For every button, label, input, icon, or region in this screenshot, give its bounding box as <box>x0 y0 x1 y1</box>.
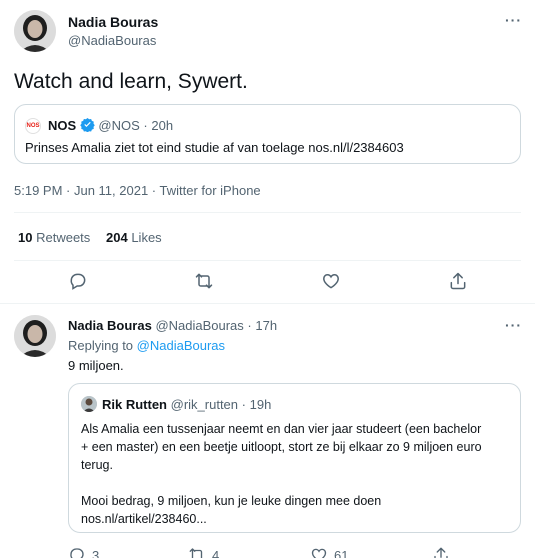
tweet-separator <box>0 303 535 304</box>
quoted-handle: @NOS <box>98 118 140 133</box>
like-count: 61 <box>334 547 349 558</box>
nos-logo-text: NOS <box>26 123 40 129</box>
quoted-tweet[interactable]: Rik Rutten @rik_rutten · 19h Als Amalia … <box>68 383 521 533</box>
replying-to: Replying to @NadiaBouras <box>68 338 225 353</box>
retweet-button[interactable]: 4 <box>188 546 219 558</box>
reply-icon <box>70 548 84 558</box>
quoted-header: NOS @NOS · 20h <box>48 117 173 133</box>
like-button[interactable] <box>321 271 341 296</box>
quoted-text: Als Amalia een tussenjaar neemt en dan v… <box>81 420 482 528</box>
quoted-header: Rik Rutten @rik_rutten · 19h <box>102 397 271 412</box>
divider <box>14 212 521 213</box>
replying-label: Replying to <box>68 338 134 353</box>
quoted-tweet[interactable]: NOS NOS @NOS · 20h Prinses Amalia ziet t… <box>14 104 521 164</box>
more-options-button[interactable]: ··· <box>505 317 522 333</box>
reply-header: Nadia Bouras @NadiaBouras · 17h <box>68 318 277 333</box>
share-icon <box>450 272 466 290</box>
more-dots-icon: ··· <box>505 12 522 28</box>
author-handle[interactable]: @NadiaBouras <box>155 318 243 333</box>
avatar[interactable] <box>14 10 56 52</box>
quoted-text-line: + een master) en een beetje uitloopt, st… <box>81 440 482 454</box>
quoted-avatar <box>81 396 97 412</box>
reply-button[interactable]: 3 <box>68 546 99 558</box>
quoted-text-line: terug. <box>81 458 113 472</box>
retweet-icon <box>189 548 203 558</box>
separator: · <box>247 318 252 333</box>
quoted-time: 19h <box>249 397 272 412</box>
reply-count: 3 <box>92 547 100 558</box>
quoted-text-line: Als Amalia een tussenjaar neemt en dan v… <box>81 422 482 436</box>
quoted-text-line: Mooi bedrag, 9 miljoen, kun je leuke din… <box>81 494 382 508</box>
retweet-button[interactable] <box>194 271 214 296</box>
reply-button[interactable] <box>68 271 88 296</box>
author-handle[interactable]: @NadiaBouras <box>68 33 156 48</box>
separator: · <box>143 118 148 133</box>
retweet-count: 4 <box>212 547 220 558</box>
nos-logo: NOS <box>25 118 41 134</box>
share-button[interactable] <box>432 546 450 558</box>
quoted-handle: @rik_rutten <box>170 397 239 412</box>
verified-badge-icon <box>80 117 95 132</box>
reply-text: 9 miljoen. <box>68 358 124 373</box>
avatar-portrait-icon <box>14 10 56 52</box>
retweet-icon <box>195 273 213 289</box>
more-dots-icon: ··· <box>505 317 522 333</box>
quoted-author-name: Rik Rutten <box>102 397 167 412</box>
reply-time[interactable]: 17h <box>255 318 277 333</box>
quoted-author-name: NOS <box>48 118 77 133</box>
retweets-label: Retweets <box>36 230 91 245</box>
tweet-meta[interactable]: 5:19 PM · Jun 11, 2021 · Twitter for iPh… <box>14 183 261 198</box>
divider <box>14 260 521 261</box>
replying-handle-link[interactable]: @NadiaBouras <box>137 338 225 353</box>
separator: · <box>241 397 246 412</box>
avatar[interactable] <box>14 315 56 357</box>
author-name[interactable]: Nadia Bouras <box>68 14 158 30</box>
heart-icon <box>311 548 327 558</box>
tweet-text: Watch and learn, Sywert. <box>14 70 248 93</box>
heart-icon <box>323 273 339 289</box>
avatar-portrait-icon <box>14 315 56 357</box>
retweets-count: 10 <box>18 230 33 245</box>
share-icon <box>434 547 448 558</box>
reply-icon <box>70 273 86 290</box>
quoted-text: Prinses Amalia ziet tot eind studie af v… <box>25 140 404 155</box>
like-button[interactable]: 61 <box>310 546 348 558</box>
author-name[interactable]: Nadia Bouras <box>68 318 152 333</box>
avatar-portrait-icon <box>81 396 97 412</box>
likes-count: 204 <box>106 230 128 245</box>
likes-label: Likes <box>131 230 162 245</box>
retweets-stat[interactable]: 10 Retweets <box>18 230 90 245</box>
share-button[interactable] <box>448 271 468 296</box>
quoted-text-line: nos.nl/artikel/238460... <box>81 512 207 526</box>
likes-stat[interactable]: 204 Likes <box>106 230 162 245</box>
more-options-button[interactable]: ··· <box>505 12 522 28</box>
quoted-time: 20h <box>151 118 174 133</box>
